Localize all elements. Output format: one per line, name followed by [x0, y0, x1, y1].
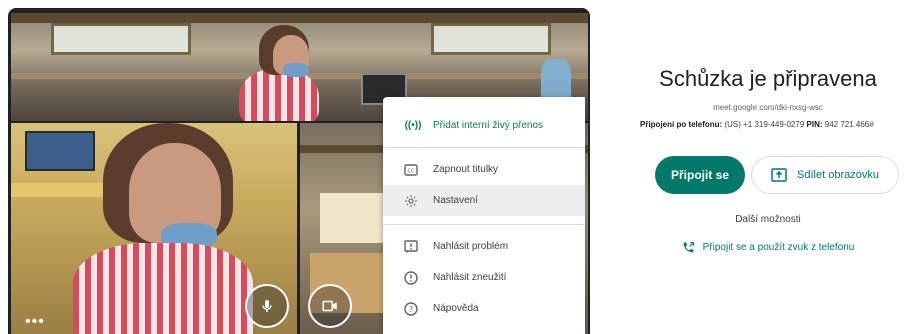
- menu-item-report-problem[interactable]: Nahlásit problém: [383, 231, 585, 262]
- menu-item-live-stream[interactable]: ((•)) Přidat interní živý přenos: [383, 105, 585, 145]
- share-screen-button[interactable]: Sdílet obrazovku: [751, 156, 899, 194]
- settings-gear-icon: [403, 193, 419, 209]
- menu-item-label: Přidat interní živý přenos: [433, 119, 544, 131]
- present-screen-icon: [771, 168, 787, 182]
- menu-item-help[interactable]: ? Nápověda: [383, 293, 585, 324]
- menu-item-label: Nastavení: [433, 195, 479, 206]
- phone-number[interactable]: (US) +1 319-449-0279: [724, 120, 804, 129]
- svg-text:CC: CC: [408, 168, 415, 174]
- join-panel: Schůzka je připravena meet.google.com/dk…: [632, 0, 910, 334]
- live-stream-icon: ((•)): [404, 119, 422, 131]
- menu-item-captions[interactable]: CC Zapnout titulky: [383, 154, 585, 185]
- camera-icon: [322, 300, 337, 312]
- share-screen-label: Sdílet obrazovku: [797, 169, 879, 181]
- menu-item-label: Nahlásit zneužití: [433, 272, 507, 283]
- phone-dial-info: Připojení po telefonu: (US) +1 319-449-0…: [640, 120, 910, 129]
- more-dots-icon[interactable]: •••: [25, 313, 45, 331]
- meeting-url[interactable]: meet.google.com/dki-nxsg-wsc: [632, 103, 904, 112]
- microphone-toggle-button[interactable]: [245, 284, 289, 328]
- menu-item-report-abuse[interactable]: Nahlásit zneužití: [383, 262, 585, 293]
- menu-item-label: Nápověda: [433, 303, 479, 314]
- svg-text:?: ?: [409, 305, 413, 314]
- report-abuse-icon: [403, 270, 419, 286]
- report-problem-icon: [403, 239, 419, 255]
- camera-toggle-button[interactable]: [308, 284, 352, 328]
- join-button[interactable]: Připojit se: [655, 156, 745, 194]
- pin-label: PIN:: [806, 120, 823, 129]
- phone-label: Připojení po telefonu:: [640, 120, 723, 129]
- phone-forward-icon: [683, 242, 694, 253]
- video-preview: ••• ((•)) Přidat interní živý přenos CC: [8, 8, 590, 334]
- options-menu: ((•)) Přidat interní živý přenos CC Zapn…: [383, 97, 585, 334]
- menu-item-label: Zapnout titulky: [433, 164, 499, 175]
- menu-item-label: Nahlásit problém: [433, 241, 509, 252]
- captions-icon: CC: [403, 162, 419, 178]
- more-options-heading: Další možnosti: [735, 214, 801, 225]
- page-title: Schůzka je připravena: [659, 66, 877, 91]
- menu-item-settings[interactable]: Nastavení: [383, 185, 585, 216]
- microphone-icon: [262, 300, 272, 312]
- meet-lobby: ••• ((•)) Přidat interní živý přenos CC: [0, 0, 910, 334]
- phone-join-label: Připojit se a použít zvuk z telefonu: [702, 242, 855, 253]
- pin-value: 942 721 466#: [824, 120, 874, 129]
- join-with-phone-audio-link[interactable]: Připojit se a použít zvuk z telefonu: [632, 241, 904, 254]
- help-icon: ?: [403, 301, 419, 317]
- menu-divider: [383, 224, 585, 225]
- menu-divider: [383, 147, 585, 148]
